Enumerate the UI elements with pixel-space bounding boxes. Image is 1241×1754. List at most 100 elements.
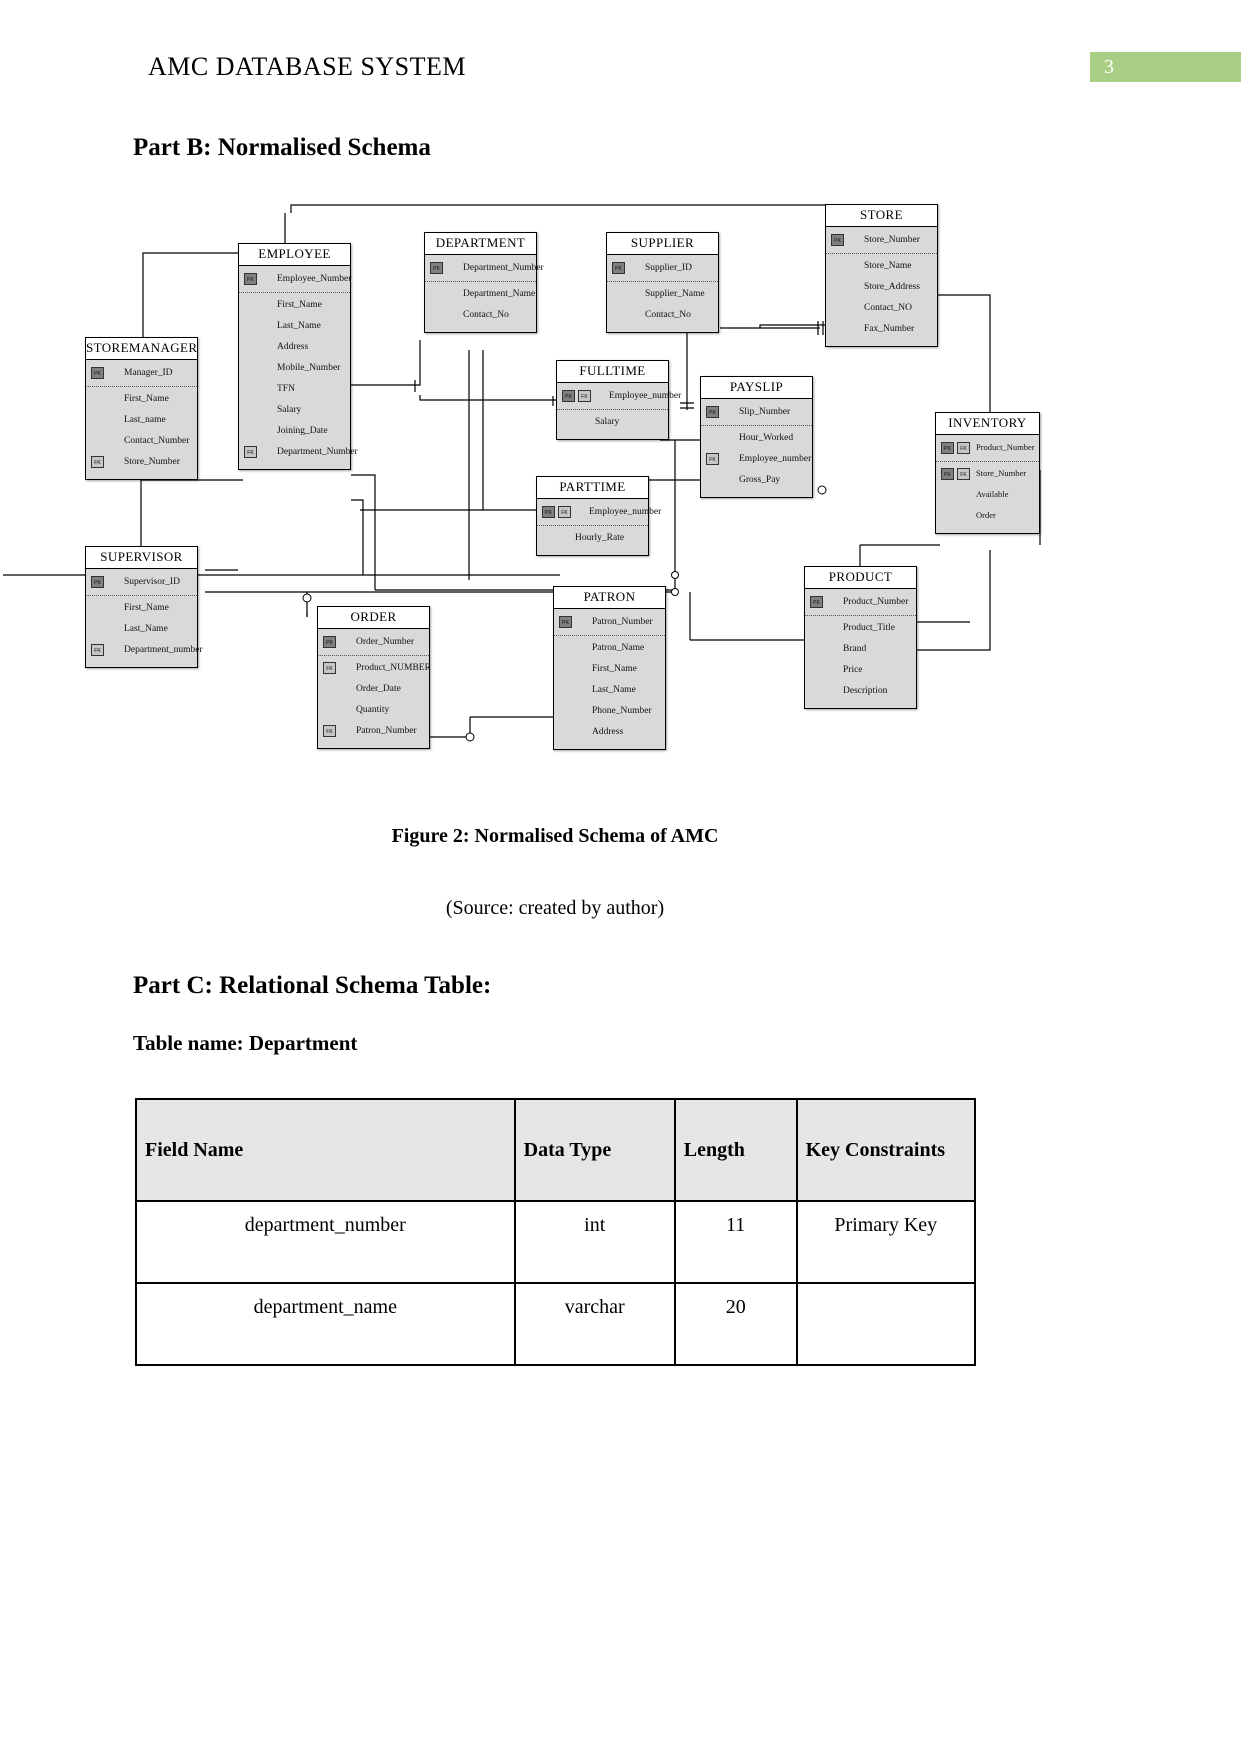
cell-key-constraints: Primary Key — [795, 1200, 977, 1284]
entity-payslip[interactable]: PAYSLIP PK Slip_Number Hour_Worked FK Empl… — [700, 376, 813, 498]
attribute-row: Order_Date — [318, 680, 429, 701]
entity-title: DEPARTMENT — [425, 233, 536, 255]
attribute-label: Product_Title — [843, 623, 895, 633]
entity-storemanager[interactable]: STOREMANAGER PK Manager_ID First_Name Las… — [85, 337, 198, 480]
page-number-text: 3 — [1104, 56, 1114, 78]
attribute-label: Store_Name — [864, 261, 912, 271]
attribute-row: PK FK Store_Number — [936, 461, 1039, 486]
entity-department[interactable]: DEPARTMENT PK Department_Number Departmen… — [424, 232, 544, 333]
attribute-label: Joining_Date — [277, 426, 328, 436]
attribute-label: First_Name — [124, 603, 169, 613]
attribute-row: PK Supervisor_ID — [86, 573, 197, 594]
fk-icon: FK — [91, 644, 104, 656]
cell-field-name: department_number — [135, 1200, 516, 1284]
entity-product[interactable]: PRODUCT PK Product_Number Product_Title B… — [804, 566, 917, 709]
attribute-row: Address — [239, 338, 350, 359]
attribute-label: Supplier_ID — [645, 263, 692, 273]
entity-title: PARTTIME — [537, 477, 648, 499]
entity-supervisor[interactable]: SUPERVISOR PK Supervisor_ID First_Name La… — [85, 546, 203, 668]
entity-patron[interactable]: PATRON PK Patron_Number Patron_Name First… — [553, 586, 666, 750]
attribute-label: Quantity — [356, 705, 390, 715]
er-diagram: STORE PK Store_Number Store_Name Store_Ad… — [0, 180, 1241, 800]
entity-order[interactable]: ORDER PK Order_Number FK Product_NUMBER Or… — [317, 606, 431, 749]
page-header: AMC DATABASE SYSTEM 3 — [0, 0, 1241, 100]
attribute-row: Store_Address — [826, 278, 937, 299]
attribute-label: Employee_Number — [277, 274, 352, 284]
table-header-row: Field Name Data Type Length Key Constrai… — [135, 1098, 977, 1202]
attribute-label: Product_Number — [843, 597, 909, 607]
attribute-row: Description — [805, 682, 916, 703]
attribute-label: Store_Number — [124, 457, 180, 467]
attribute-row: PK FK Product_Number — [936, 439, 1039, 460]
attribute-label: First_Name — [277, 300, 322, 310]
attribute-row: PK Patron_Number — [554, 613, 665, 634]
pk-icon: PK — [612, 262, 625, 274]
attribute-label: Last_Name — [124, 624, 168, 634]
attribute-label: Department_Number — [277, 447, 358, 457]
fk-icon: FK — [91, 456, 104, 468]
entity-employee[interactable]: EMPLOYEE PK Employee_Number First_Name La… — [238, 243, 358, 470]
pk-icon: PK — [831, 234, 844, 246]
attribute-row: First_Name — [239, 292, 350, 317]
pk-icon: PK — [941, 442, 954, 454]
attribute-label: Gross_Pay — [739, 475, 781, 485]
entity-inventory[interactable]: INVENTORY PK FK Product_Number PK FK Store_N… — [935, 412, 1040, 534]
entity-fulltime[interactable]: FULLTIME PK FK Employee_number Salary — [556, 360, 681, 440]
attribute-row: Joining_Date — [239, 422, 350, 443]
fk-icon: FK — [558, 506, 571, 518]
pk-icon: PK — [542, 506, 555, 518]
attribute-label: Address — [277, 342, 309, 352]
attribute-label: Salary — [595, 417, 620, 427]
pk-icon: PK — [430, 262, 443, 274]
pk-icon: PK — [244, 273, 257, 285]
column-header-key-constraints: Key Constraints — [795, 1098, 977, 1202]
attribute-row: Last_Name — [86, 620, 197, 641]
pk-icon: PK — [323, 636, 336, 648]
attribute-label: Address — [592, 727, 624, 737]
attribute-row: PK Employee_Number — [239, 270, 352, 291]
attribute-row: Phone_Number — [554, 702, 665, 723]
attribute-label: Employee_number — [589, 507, 662, 517]
fk-icon: FK — [957, 442, 970, 454]
attribute-row: First_Name — [554, 660, 665, 681]
fk-icon: FK — [244, 446, 257, 458]
cell-field-name: department_name — [135, 1282, 516, 1366]
attribute-row: PK FK Employee_number — [557, 387, 681, 408]
figure-caption: Figure 2: Normalised Schema of AMC — [391, 825, 719, 847]
attribute-label: Description — [843, 686, 888, 696]
attribute-label: Order_Date — [356, 684, 401, 694]
attribute-row: First_Name — [86, 595, 197, 620]
attribute-label: Slip_Number — [739, 407, 791, 417]
attribute-row: Quantity — [318, 701, 429, 722]
attribute-row: Department_Name — [425, 281, 536, 306]
column-header-length: Length — [673, 1098, 798, 1202]
attribute-label: Last_Name — [277, 321, 321, 331]
attribute-row: PK Supplier_ID — [607, 259, 718, 280]
entity-title: PAYSLIP — [701, 377, 812, 399]
attribute-label: Contact_No — [463, 310, 509, 320]
pk-icon: PK — [941, 468, 954, 480]
attribute-label: Department_number — [124, 645, 203, 655]
attribute-row: Price — [805, 661, 916, 682]
attribute-label: Employee_number — [739, 454, 812, 464]
attribute-row: Salary — [557, 409, 668, 434]
part-b-heading: Part B: Normalised Schema — [133, 134, 431, 161]
attribute-row: Last_Name — [554, 681, 665, 702]
attribute-label: Phone_Number — [592, 706, 652, 716]
attribute-row: Brand — [805, 640, 916, 661]
attribute-label: Fax_Number — [864, 324, 915, 334]
pk-icon: PK — [706, 406, 719, 418]
entity-store[interactable]: STORE PK Store_Number Store_Name Store_Ad… — [825, 204, 938, 347]
entity-supplier[interactable]: SUPPLIER PK Supplier_ID Supplier_Name Con… — [606, 232, 719, 333]
attribute-row: FK Department_Number — [239, 443, 358, 464]
attribute-label: Product_NUMBER — [356, 663, 431, 673]
cell-length: 20 — [673, 1282, 798, 1366]
entity-title: EMPLOYEE — [239, 244, 350, 266]
attribute-row: Hourly_Rate — [537, 525, 648, 550]
attribute-label: Last_Name — [592, 685, 636, 695]
attribute-label: Store_Address — [864, 282, 920, 292]
entity-parttime[interactable]: PARTTIME PK FK Employee_number Hourly_Rate — [536, 476, 661, 556]
entity-title: STOREMANAGER — [86, 338, 197, 360]
cell-length: 11 — [673, 1200, 798, 1284]
attribute-row: Mobile_Number — [239, 359, 350, 380]
